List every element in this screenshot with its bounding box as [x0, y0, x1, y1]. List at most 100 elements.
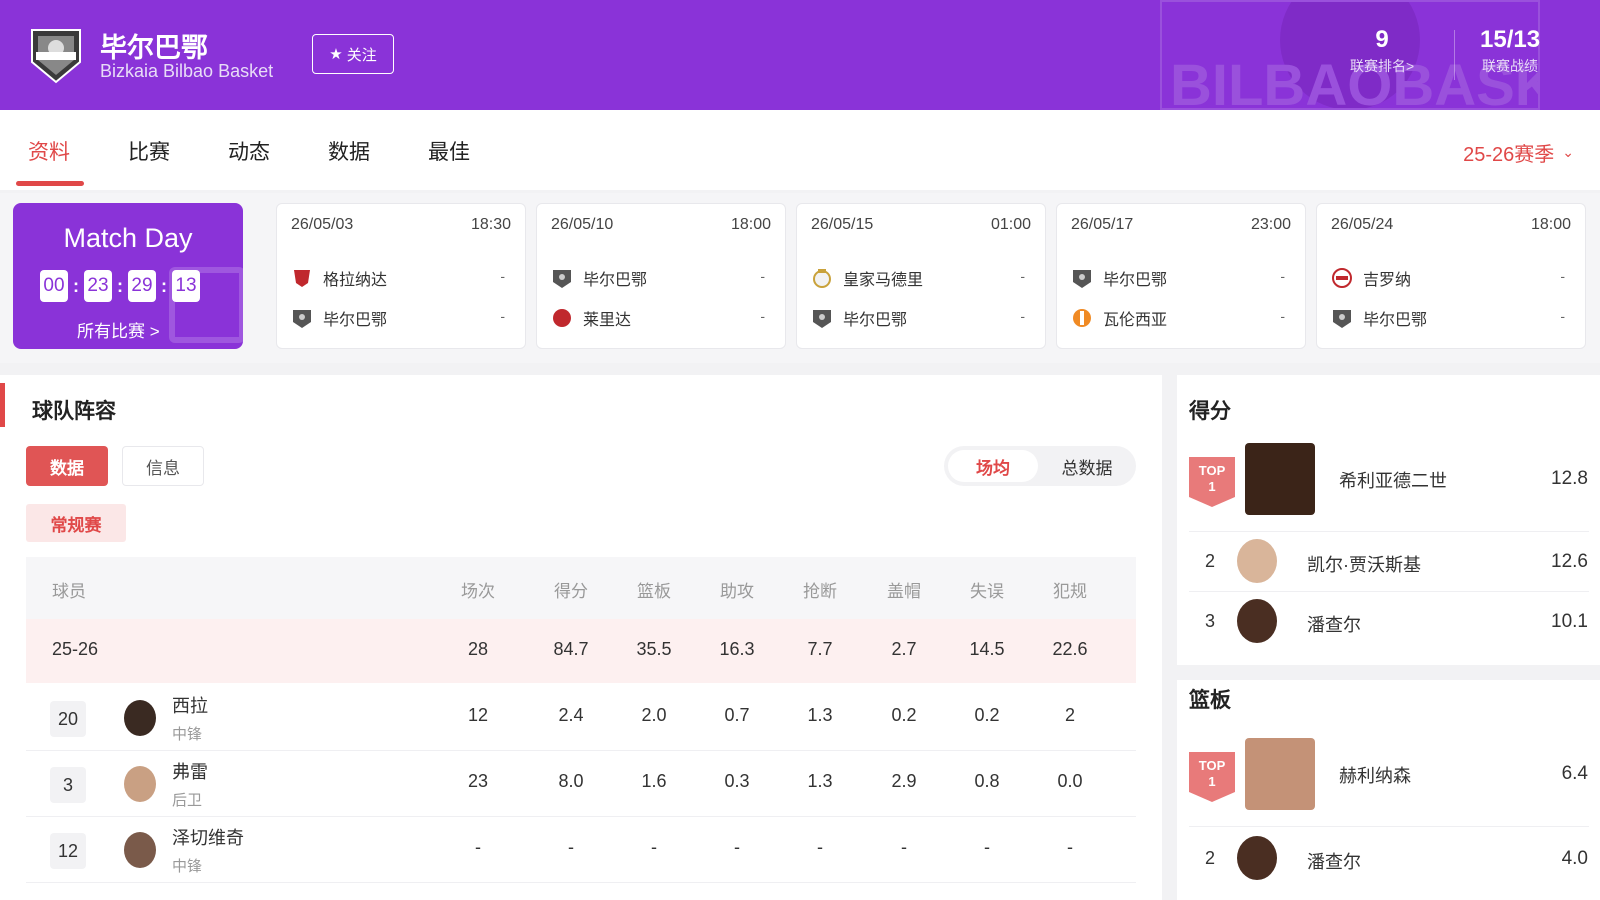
data-tab-button[interactable]: 数据 [26, 446, 108, 486]
table-cell: - [1067, 837, 1073, 857]
table-cell: 12 [467, 705, 489, 725]
home-score: - [1560, 268, 1565, 284]
table-cell: 35.5 [636, 639, 672, 659]
league-rank[interactable]: 9 联赛排名> [1350, 26, 1414, 76]
matchday-title: Match Day [63, 223, 193, 253]
leader-name[interactable]: 赫利纳森 [1339, 762, 1411, 788]
player-name: 泽切维奇 [172, 828, 244, 848]
player-name: 西拉 [172, 696, 208, 716]
follow-button[interactable]: ★ 关注 [312, 34, 394, 74]
table-cell: - [568, 837, 574, 857]
countdown-hours: 23 [84, 270, 112, 302]
match-date: 26/05/15 [811, 216, 874, 233]
stat-divider [1454, 30, 1455, 80]
column-header: 盖帽 [887, 582, 921, 601]
table-cell: 23 [467, 771, 489, 791]
jersey-number: 3 [50, 767, 86, 803]
tab-stats[interactable]: 数据 [328, 136, 370, 166]
tab-matches[interactable]: 比赛 [128, 136, 170, 166]
leader-value: 6.4 [1561, 763, 1588, 784]
roster-title: 球队阵容 [32, 400, 116, 423]
scoring-leaders-panel: 得分 TOP 1 希利亚德二世 12.8 2 凯尔·贾沃斯基 12.6 3 潘查… [1177, 375, 1600, 665]
jersey-number: 12 [50, 833, 86, 869]
top-1-badge: TOP 1 [1189, 752, 1235, 802]
match-time: 18:30 [470, 216, 511, 233]
home-team-name: 格拉纳达 [323, 272, 388, 289]
table-cell: 0.8 [974, 771, 1000, 791]
tab-news[interactable]: 动态 [228, 136, 270, 166]
match-time: 01:00 [990, 216, 1031, 233]
total-option[interactable]: 总数据 [1042, 450, 1132, 482]
match-date: 26/05/10 [551, 216, 614, 233]
lleida-logo-icon [553, 309, 571, 327]
scoring-title: 得分 [1189, 400, 1231, 423]
match-card[interactable]: 26/05/17 23:00 毕尔巴鄂 - 瓦伦西亚 - [1056, 203, 1306, 349]
table-cell: 1.3 [807, 771, 833, 791]
column-header: 场次 [461, 582, 495, 601]
away-team-name: 毕尔巴鄂 [843, 312, 908, 329]
away-score: - [1560, 308, 1565, 324]
leader-rank: 2 [1205, 848, 1216, 868]
table-row[interactable]: 12 泽切维奇 中锋 - - - - - - - - [26, 817, 1136, 883]
league-rank-label: 联赛排名> [1350, 58, 1415, 74]
player-avatar [124, 832, 156, 868]
away-score: - [760, 308, 765, 324]
table-cell: 8.0 [558, 771, 584, 791]
team-name: 毕尔巴鄂 [100, 33, 208, 63]
table-cell: 0.7 [724, 705, 750, 725]
home-score: - [760, 268, 765, 284]
leader-value: 4.0 [1561, 848, 1588, 869]
table-cell: 28 [467, 639, 489, 659]
match-card[interactable]: 26/05/15 01:00 皇家马德里 - 毕尔巴鄂 - [796, 203, 1046, 349]
leader-name[interactable]: 潘查尔 [1307, 611, 1361, 637]
match-date: 26/05/17 [1071, 216, 1134, 233]
jersey-number: 20 [50, 701, 86, 737]
table-cell: - [817, 837, 823, 857]
chevron-down-icon: ⌄ [1562, 144, 1574, 160]
league-record-label: 联赛战绩 [1482, 58, 1539, 74]
column-header: 得分 [554, 582, 588, 601]
player-position: 中锋 [172, 726, 203, 743]
tab-best[interactable]: 最佳 [428, 136, 470, 166]
top-1-badge: TOP 1 [1189, 457, 1235, 507]
rebound-leaders-panel: 篮板 TOP 1 赫利纳森 6.4 2 潘查尔 4.0 [1177, 680, 1600, 900]
table-cell: 0.0 [1057, 771, 1083, 791]
table-cell: 84.7 [553, 639, 589, 659]
table-cell: 2.7 [891, 639, 917, 659]
team-logo [31, 29, 81, 84]
leader-rank: 2 [1205, 551, 1216, 571]
match-date: 26/05/24 [1331, 216, 1394, 233]
column-header: 篮板 [637, 582, 671, 601]
match-time: 18:00 [730, 216, 771, 233]
player-avatar [1237, 539, 1277, 583]
column-header: 球员 [52, 582, 86, 601]
per-game-option[interactable]: 场均 [948, 450, 1038, 482]
table-cell: 2.9 [891, 771, 917, 791]
match-card[interactable]: 26/05/03 18:30 格拉纳达 - 毕尔巴鄂 - [276, 203, 526, 349]
leader-name[interactable]: 希利亚德二世 [1339, 467, 1447, 493]
player-name: 弗雷 [172, 762, 208, 782]
leader-name[interactable]: 潘查尔 [1307, 848, 1361, 874]
season-selector[interactable]: 25-26赛季 ⌄ [1463, 138, 1574, 167]
info-tab-button[interactable]: 信息 [122, 446, 204, 486]
table-row[interactable]: 20 西拉 中锋 12 2.4 2.0 0.7 1.3 0.2 0.2 2 [26, 685, 1136, 751]
leader-value: 10.1 [1551, 611, 1588, 632]
star-icon: ★ [329, 46, 343, 63]
bilbao-logo-icon [1333, 310, 1351, 328]
table-cell: - [901, 837, 907, 857]
all-matches-link[interactable]: 所有比赛 > [77, 317, 160, 342]
home-team-name: 毕尔巴鄂 [583, 272, 648, 289]
leader-name[interactable]: 凯尔·贾沃斯基 [1307, 551, 1421, 577]
match-card[interactable]: 26/05/10 18:00 毕尔巴鄂 - 莱里达 - [536, 203, 786, 349]
regular-season-tag[interactable]: 常规赛 [26, 504, 126, 542]
countdown-timer: 00 : 23 : 29 : 13 [40, 270, 200, 302]
tab-profile[interactable]: 资料 [28, 136, 70, 166]
match-card[interactable]: 26/05/24 18:00 吉罗纳 - 毕尔巴鄂 - [1316, 203, 1586, 349]
leader-value: 12.8 [1551, 468, 1588, 489]
table-row[interactable]: 3 弗雷 后卫 23 8.0 1.6 0.3 1.3 2.9 0.8 0.0 [26, 751, 1136, 817]
away-score: - [500, 308, 505, 324]
matchday-card[interactable]: Match Day 00 : 23 : 29 : 13 所有比赛 > [13, 203, 243, 349]
avg-total-toggle: 场均 总数据 [944, 446, 1136, 486]
player-avatar [124, 700, 156, 736]
rebounds-title: 篮板 [1189, 689, 1231, 712]
